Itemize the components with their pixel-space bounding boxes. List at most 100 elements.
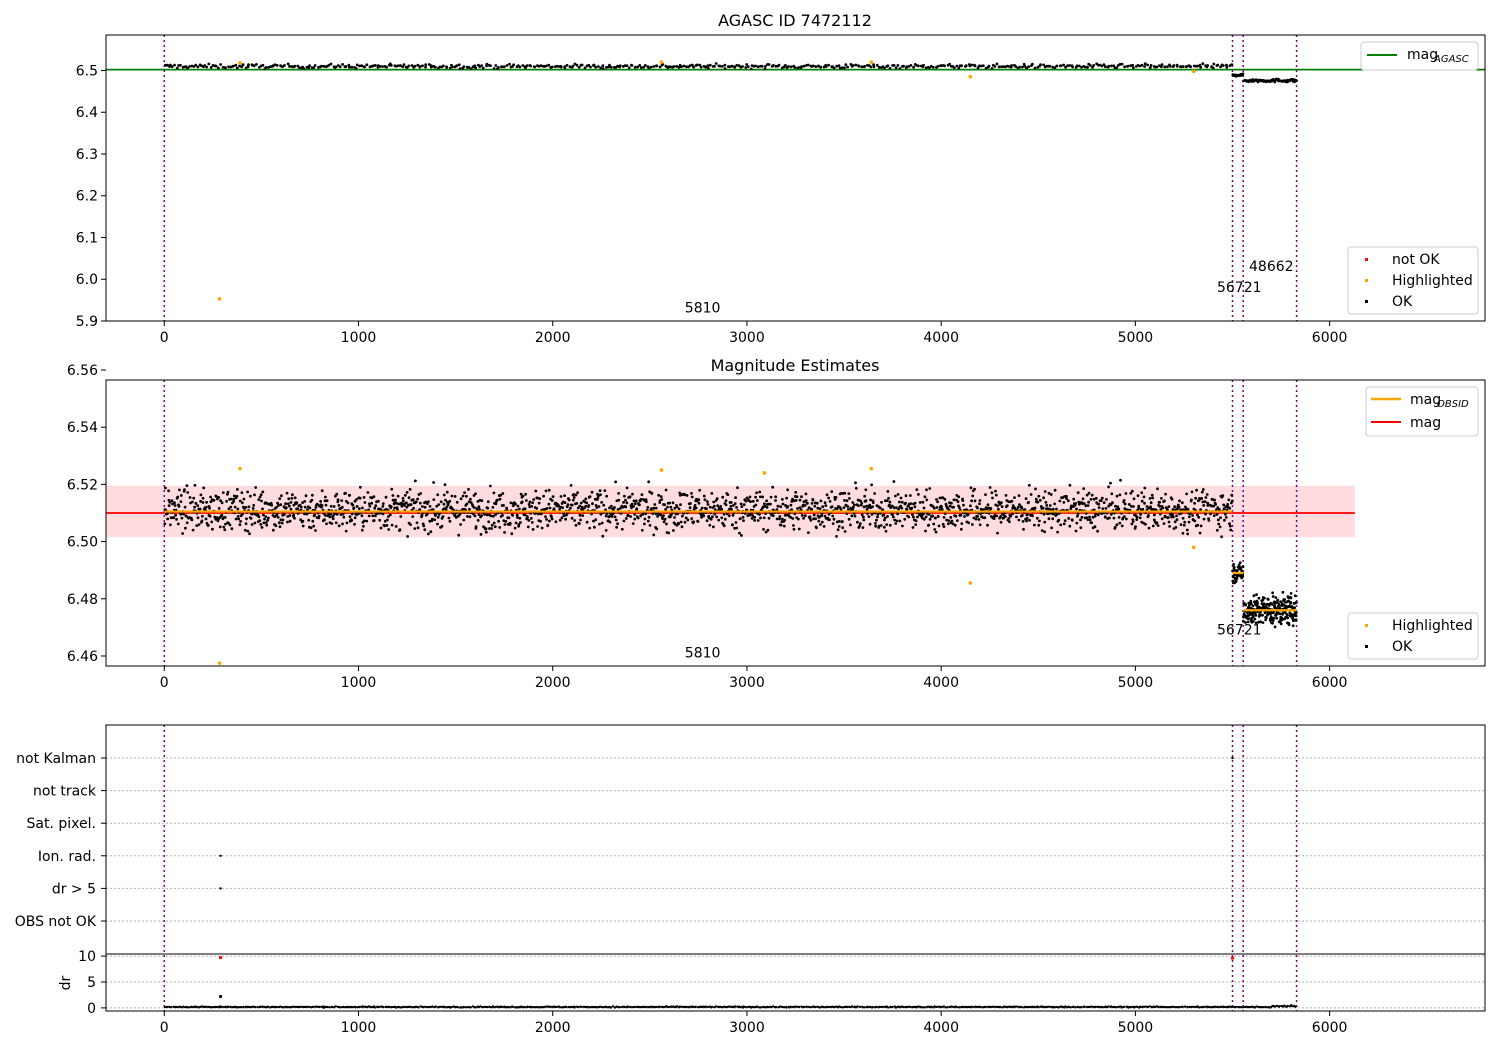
- ok-point: [280, 521, 284, 525]
- dr-point: [710, 1005, 714, 1009]
- dr-point: [946, 1006, 949, 1009]
- ok-point: [211, 527, 214, 531]
- ok-point: [301, 519, 305, 523]
- ok-point: [843, 66, 846, 70]
- ok-point: [845, 499, 849, 503]
- ok-point: [957, 495, 961, 499]
- ok-point: [713, 64, 716, 68]
- ok-point: [224, 66, 227, 70]
- ok-point: [550, 499, 554, 502]
- ok-point: [1224, 512, 1227, 516]
- x-tick-label: 6000: [1312, 330, 1348, 346]
- ok-point: [1104, 507, 1108, 510]
- ok-point: [1190, 498, 1193, 502]
- ok-point: [308, 506, 312, 510]
- ok-point: [338, 65, 342, 69]
- ok-point: [403, 504, 406, 507]
- dr-point: [775, 1006, 778, 1009]
- ok-point: [863, 64, 867, 68]
- ok-point: [960, 64, 963, 68]
- ok-point: [400, 504, 404, 508]
- ok-point: [734, 521, 738, 524]
- ok-point: [808, 515, 812, 519]
- ok-point: [1111, 501, 1114, 505]
- ok-point: [922, 517, 926, 521]
- ok-point: [420, 513, 424, 517]
- ok-point: [230, 527, 234, 531]
- ok-point: [597, 505, 601, 508]
- ok-point: [1200, 490, 1204, 494]
- ok-point: [638, 64, 642, 67]
- ok-point: [806, 501, 809, 505]
- ok-point: [360, 528, 364, 532]
- ok-point: [389, 63, 393, 67]
- dr-point: [1157, 1006, 1160, 1009]
- ok-point: [1138, 516, 1142, 520]
- ok-point: [888, 503, 891, 507]
- ok-point: [994, 493, 998, 497]
- ok-point: [259, 493, 263, 497]
- y-tick-label: 6.1: [76, 230, 98, 246]
- ok-point: [1124, 492, 1128, 495]
- ok-point: [251, 507, 255, 510]
- ok-point: [562, 514, 566, 517]
- ok-point: [632, 505, 635, 508]
- ok-point: [622, 519, 626, 523]
- ok-point: [228, 523, 232, 527]
- ok-point: [474, 66, 478, 70]
- dr-point: [955, 1005, 959, 1009]
- dr-point: [1074, 1006, 1077, 1009]
- ok-point: [1199, 524, 1203, 528]
- observation-annotation: 5810: [685, 645, 721, 661]
- dr-point: [936, 1005, 939, 1009]
- ok-point: [677, 522, 681, 526]
- ok-point: [1221, 64, 1225, 67]
- ok-point: [1118, 493, 1122, 497]
- ok-point: [1164, 492, 1167, 496]
- ok-point: [1136, 494, 1140, 497]
- ok-point: [630, 64, 634, 67]
- ok-point: [1033, 506, 1037, 510]
- y-tick-label: 5.9: [76, 314, 98, 330]
- ok-point: [270, 503, 274, 507]
- ok-point: [729, 504, 733, 508]
- ok-point: [388, 513, 392, 517]
- x-tick-label: 1000: [341, 1020, 377, 1036]
- ok-point: [719, 505, 723, 508]
- y-tick-label: 6.56: [67, 363, 98, 379]
- ok-point: [301, 524, 305, 528]
- ok-point: [354, 67, 358, 70]
- ok-point: [530, 521, 534, 524]
- ok-point: [514, 521, 518, 525]
- ok-point: [399, 515, 403, 518]
- ok-point: [518, 65, 522, 69]
- dr-point: [1117, 1005, 1121, 1008]
- ok-point: [963, 515, 966, 518]
- ok-point: [402, 63, 406, 67]
- ok-point: [709, 517, 713, 521]
- ok-point: [232, 64, 235, 68]
- dr-point: [382, 1006, 385, 1009]
- ok-point: [731, 523, 734, 527]
- ok-point: [1063, 519, 1067, 523]
- ok-point: [1155, 65, 1159, 69]
- ok-point: [361, 506, 364, 510]
- ok-point: [1230, 493, 1234, 497]
- ok-point: [999, 515, 1002, 518]
- ok-point: [385, 524, 389, 527]
- ok-point: [1115, 523, 1119, 527]
- ok-point: [451, 65, 454, 69]
- ok-point: [778, 515, 782, 518]
- ok-point: [715, 497, 719, 500]
- ok-point: [916, 515, 919, 519]
- ok-point: [542, 494, 545, 498]
- ok-point: [780, 517, 784, 521]
- ok-point: [275, 512, 279, 516]
- ok-point: [1215, 513, 1219, 516]
- ok-point: [996, 504, 999, 508]
- ok-point: [234, 517, 238, 521]
- ok-point: [459, 523, 462, 526]
- ok-point: [1087, 491, 1091, 495]
- ok-point: [367, 514, 371, 518]
- ok-point: [1043, 490, 1047, 493]
